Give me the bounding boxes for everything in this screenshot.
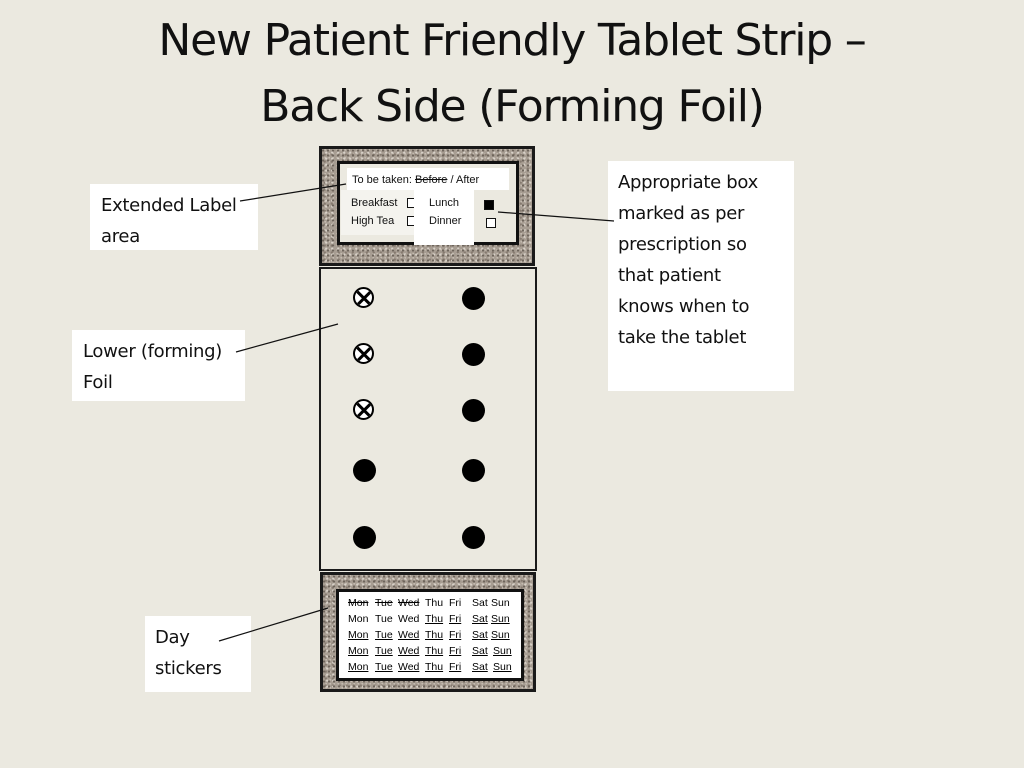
callout-text: area — [101, 226, 140, 247]
pill-taken-icon — [353, 343, 374, 364]
checkbox-dinner[interactable] — [486, 218, 496, 228]
day-stickers-panel: Mon Tue Wed Thu Fri Sat Sun Mon Tue Wed Thu Fri Sat S… — [336, 589, 524, 681]
meals-left-panel: Breakfast High Tea — [341, 190, 417, 235]
callout-extended-label: Extended Label area — [90, 184, 258, 250]
meals-right-panel: Lunch Dinner — [414, 190, 474, 245]
day-sticker-tue[interactable]: Tue — [375, 613, 393, 625]
day-sticker-tue[interactable]: Tue — [375, 661, 393, 673]
day-sticker-fri[interactable]: Fri — [449, 597, 461, 609]
pill-icon — [353, 526, 376, 549]
day-sticker-wed[interactable]: Wed — [398, 629, 419, 641]
day-sticker-mon[interactable]: Mon — [348, 629, 368, 641]
pill-icon — [462, 343, 485, 366]
callout-text: Lower (forming) — [83, 341, 222, 362]
slide-title-line-2: Back Side (Forming Foil) — [260, 81, 765, 132]
checkbox-lunch[interactable] — [484, 200, 494, 210]
day-stickers-section: Mon Tue Wed Thu Fri Sat Sun Mon Tue Wed Thu Fri Sat S… — [320, 572, 536, 692]
day-sticker-fri[interactable]: Fri — [449, 661, 461, 673]
callout-text: take the tablet — [618, 327, 747, 348]
callout-text: Foil — [83, 372, 113, 393]
day-sticker-fri[interactable]: Fri — [449, 613, 461, 625]
to-be-taken-row: To be taken: Before / After — [347, 168, 509, 190]
meal-label-lunch: Lunch — [429, 197, 459, 209]
pill-icon — [353, 459, 376, 482]
day-sticker-wed[interactable]: Wed — [398, 661, 419, 673]
day-sticker-tue[interactable]: Tue — [375, 597, 393, 609]
callout-day-stickers: Day stickers — [145, 616, 251, 692]
callout-text: Extended Label — [101, 195, 237, 216]
day-sticker-sat[interactable]: Sat — [472, 645, 488, 657]
forming-foil-blister-area — [319, 267, 537, 571]
callout-appropriate-box: Appropriate box marked as per prescripti… — [608, 161, 794, 391]
meal-label-dinner: Dinner — [429, 215, 462, 227]
day-sticker-wed[interactable]: Wed — [398, 597, 419, 609]
callout-text: Day — [155, 627, 190, 648]
day-sticker-thu[interactable]: Thu — [425, 629, 443, 641]
day-sticker-wed[interactable]: Wed — [398, 645, 419, 657]
callout-text: prescription so — [618, 234, 747, 255]
day-sticker-thu[interactable]: Thu — [425, 645, 443, 657]
callout-lower-foil: Lower (forming) Foil — [72, 330, 245, 401]
pill-icon — [462, 526, 485, 549]
callout-text: knows when to — [618, 296, 750, 317]
callout-text: Appropriate box — [618, 172, 758, 193]
day-sticker-sat[interactable]: Sat — [472, 597, 488, 609]
day-sticker-mon[interactable]: Mon — [348, 613, 368, 625]
day-sticker-mon[interactable]: Mon — [348, 661, 368, 673]
callout-text: stickers — [155, 658, 222, 679]
before-option: Before — [415, 174, 448, 186]
meal-label-high-tea: High Tea — [351, 215, 395, 227]
day-sticker-thu[interactable]: Thu — [425, 661, 443, 673]
day-sticker-fri[interactable]: Fri — [449, 629, 461, 641]
meal-label-breakfast: Breakfast — [351, 197, 398, 209]
day-sticker-thu[interactable]: Thu — [425, 613, 443, 625]
pill-taken-icon — [353, 399, 374, 420]
day-sticker-sat[interactable]: Sat — [472, 661, 488, 673]
day-sticker-wed[interactable]: Wed — [398, 613, 419, 625]
day-sticker-sun[interactable]: Sun — [491, 613, 510, 625]
day-sticker-sun[interactable]: Sun — [491, 629, 510, 641]
pill-icon — [462, 459, 485, 482]
day-sticker-sun[interactable]: Sun — [493, 645, 512, 657]
day-sticker-mon[interactable]: Mon — [348, 645, 368, 657]
day-sticker-tue[interactable]: Tue — [375, 645, 393, 657]
pill-icon — [462, 399, 485, 422]
day-sticker-thu[interactable]: Thu — [425, 597, 443, 609]
callout-text: that patient — [618, 265, 721, 286]
pill-taken-icon — [353, 287, 374, 308]
day-sticker-sun[interactable]: Sun — [493, 661, 512, 673]
after-option: After — [455, 174, 480, 186]
day-sticker-sun[interactable]: Sun — [491, 597, 510, 609]
day-sticker-fri[interactable]: Fri — [449, 645, 461, 657]
slide-title: New Patient Friendly Tablet Strip – Back… — [0, 8, 1024, 140]
label-panel: To be taken: Before / After Breakfast Hi… — [337, 161, 519, 245]
option-separator: / — [447, 174, 456, 186]
day-sticker-tue[interactable]: Tue — [375, 629, 393, 641]
to-be-taken-prefix: To be taken: — [352, 174, 412, 186]
day-sticker-sat[interactable]: Sat — [472, 629, 488, 641]
to-be-taken-text: To be taken: Before / After — [352, 174, 479, 186]
day-sticker-sat[interactable]: Sat — [472, 613, 488, 625]
callout-text: marked as per — [618, 203, 745, 224]
day-sticker-mon[interactable]: Mon — [348, 597, 368, 609]
extended-label-section: To be taken: Before / After Breakfast Hi… — [319, 146, 535, 266]
slide-title-line-1: New Patient Friendly Tablet Strip – — [158, 15, 866, 66]
pill-icon — [462, 287, 485, 310]
